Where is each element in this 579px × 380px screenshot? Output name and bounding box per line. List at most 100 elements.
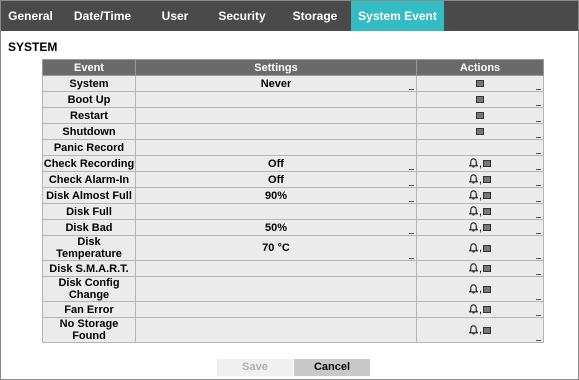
settings-value: Off [268,173,284,186]
field-corner-marker [409,185,414,186]
field-corner-marker [536,105,541,106]
settings-value: Off [268,157,284,170]
event-settings-field[interactable] [135,123,417,140]
settings-value: Never [260,77,292,90]
field-corner-marker [409,169,414,170]
field-corner-marker [536,121,541,122]
table-row: Disk Full, [42,203,544,220]
event-actions-field[interactable]: , [416,187,544,204]
event-name: Fan Error [42,301,136,318]
event-name: Boot Up [42,91,136,108]
field-corner-marker [536,169,541,170]
event-settings-field[interactable]: Off [135,155,417,172]
table-header-row: Event Settings Actions [42,59,544,76]
event-settings-field[interactable]: 90% [135,187,417,204]
event-actions-field[interactable]: , [416,203,544,220]
event-actions-field[interactable] [416,107,544,124]
event-actions-field[interactable]: , [416,276,544,302]
event-name: Check Alarm-In [42,171,136,188]
note-icon [483,285,492,293]
settings-value: 70 °C [262,242,290,254]
event-settings-field[interactable] [135,260,417,277]
event-name: Disk Temperature [42,235,136,261]
event-settings-field[interactable] [135,317,417,343]
settings-value: 50% [264,221,288,234]
action-separator: , [478,221,483,234]
bell-icon [468,304,479,315]
field-corner-marker [536,299,541,300]
tab-bar: General Date/Time User Security Storage … [1,1,578,31]
event-actions-field[interactable]: , [416,219,544,236]
tab-date-time[interactable]: Date/Time [60,1,145,31]
tab-general[interactable]: General [1,1,60,31]
event-actions-field[interactable] [416,123,544,140]
event-actions-field[interactable]: , [416,317,544,343]
bell-icon [468,190,479,201]
event-actions-field[interactable]: , [416,171,544,188]
event-settings-field[interactable]: 50% [135,219,417,236]
table-row: Disk S.M.A.R.T., [42,260,544,277]
event-settings-field[interactable] [135,276,417,302]
action-separator: , [478,283,483,296]
event-actions-field[interactable]: , [416,235,544,261]
event-settings-field[interactable] [135,91,417,108]
field-corner-marker [536,153,541,154]
field-corner-marker [536,217,541,218]
event-name: Disk Config Change [42,276,136,302]
table-row: Disk Bad 50%, [42,219,544,236]
event-name: Disk Full [42,203,136,220]
event-actions-field[interactable]: , [416,155,544,172]
cancel-button[interactable]: Cancel [294,359,370,376]
column-header-settings: Settings [135,59,417,76]
event-settings-field[interactable] [135,107,417,124]
event-settings-field[interactable] [135,203,417,220]
tab-user[interactable]: User [145,1,205,31]
event-actions-field[interactable] [416,75,544,92]
table-row: Disk Almost Full 90%, [42,187,544,204]
event-settings-field[interactable]: Never [135,75,417,92]
bell-icon [468,243,479,254]
save-button[interactable]: Save [217,359,293,376]
tab-system-event[interactable]: System Event [351,1,444,31]
event-name: Restart [42,107,136,124]
event-name: Disk Bad [42,219,136,236]
tab-storage[interactable]: Storage [279,1,351,31]
note-icon [483,160,492,168]
action-separator: , [478,324,483,337]
action-separator: , [478,242,483,255]
field-corner-marker [536,89,541,90]
table-row: Check Recording Off, [42,155,544,172]
field-corner-marker [536,201,541,202]
note-icon [483,244,492,252]
tab-security[interactable]: Security [205,1,279,31]
event-name: Panic Record [42,139,136,156]
event-settings-field[interactable]: Off [135,171,417,188]
event-actions-field[interactable]: , [416,301,544,318]
note-icon [483,306,492,314]
section-title: SYSTEM [8,40,58,54]
action-separator: , [478,303,483,316]
table-row: Fan Error, [42,301,544,318]
bell-icon [468,222,479,233]
event-actions-field[interactable]: , [416,260,544,277]
bell-icon [468,206,479,217]
action-separator: , [478,173,483,186]
note-icon [483,224,492,232]
table-row: No Storage Found, [42,317,544,343]
note-icon [476,128,484,136]
event-settings-field[interactable]: 70 °C [135,235,417,261]
field-corner-marker [536,258,541,259]
table-row: Disk Config Change, [42,276,544,302]
bell-icon [468,263,479,274]
event-settings-field[interactable] [135,301,417,318]
tab-bar-filler [444,1,578,31]
note-icon [483,192,492,200]
event-actions-field[interactable] [416,91,544,108]
field-corner-marker [409,201,414,202]
field-corner-marker [409,258,414,259]
table-row: Shutdown [42,123,544,140]
note-icon [476,96,484,104]
event-settings-field[interactable] [135,139,417,156]
note-icon [476,112,484,120]
event-actions-field[interactable] [416,139,544,156]
